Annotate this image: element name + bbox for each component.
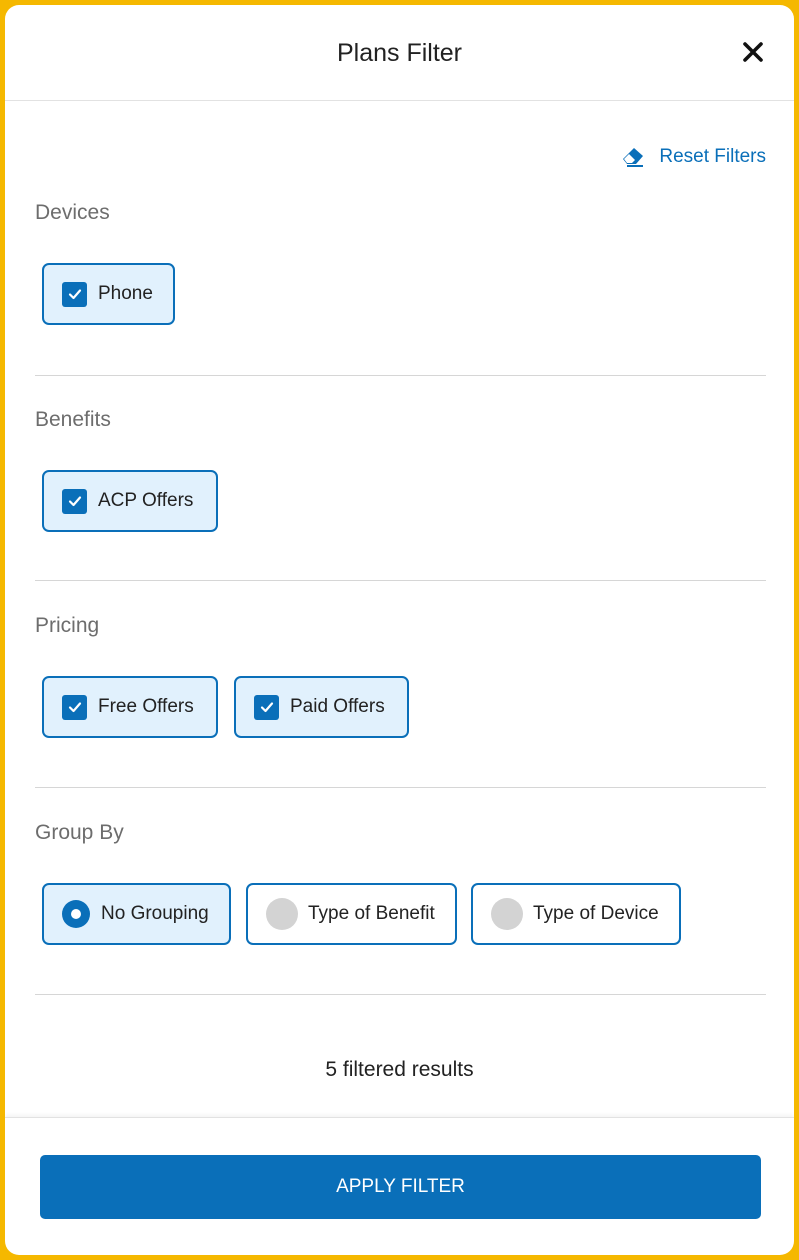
radio-selected-icon [62, 900, 90, 928]
close-icon [743, 42, 763, 62]
section-title-pricing: Pricing [35, 614, 100, 637]
modal-header: Plans Filter [5, 5, 794, 101]
section-title-benefits: Benefits [35, 408, 111, 431]
chip-label: ACP Offers [98, 490, 194, 511]
group-option-no-grouping[interactable]: No Grouping [42, 883, 231, 945]
close-button[interactable] [740, 39, 766, 65]
section-title-group-by: Group By [35, 821, 124, 844]
checkmark-icon [62, 488, 87, 514]
group-option-type-of-device[interactable]: Type of Device [471, 883, 681, 945]
apply-filter-button[interactable]: APPLY FILTER [40, 1155, 761, 1219]
filter-chip-acp-offers[interactable]: ACP Offers [42, 470, 218, 532]
chip-label: Phone [98, 283, 153, 304]
filter-chip-paid-offers[interactable]: Paid Offers [234, 676, 409, 738]
section-divider [35, 375, 766, 376]
reset-filters-button[interactable]: Reset Filters [621, 146, 766, 168]
checkmark-icon [62, 694, 87, 720]
filter-chip-phone[interactable]: Phone [42, 263, 175, 325]
section-title-devices: Devices [35, 201, 110, 224]
option-label: Type of Device [533, 903, 659, 924]
option-label: No Grouping [101, 903, 209, 924]
eraser-icon [623, 148, 644, 167]
modal-title: Plans Filter [336, 39, 463, 67]
section-divider [35, 580, 766, 581]
section-divider [35, 994, 766, 995]
section-divider [35, 787, 766, 788]
results-count: 5 filtered results [325, 1058, 474, 1081]
filter-chip-free-offers[interactable]: Free Offers [42, 676, 218, 738]
group-option-type-of-benefit[interactable]: Type of Benefit [246, 883, 457, 945]
checkmark-icon [254, 694, 279, 720]
checkmark-icon [62, 281, 87, 307]
plans-filter-modal: Plans Filter Reset Filters Devices Phone… [5, 5, 794, 1255]
reset-filters-label: Reset Filters [659, 146, 766, 167]
radio-unselected-icon [266, 898, 298, 930]
option-label: Type of Benefit [308, 903, 435, 924]
chip-label: Paid Offers [290, 696, 385, 717]
chip-label: Free Offers [98, 696, 194, 717]
radio-unselected-icon [491, 898, 523, 930]
